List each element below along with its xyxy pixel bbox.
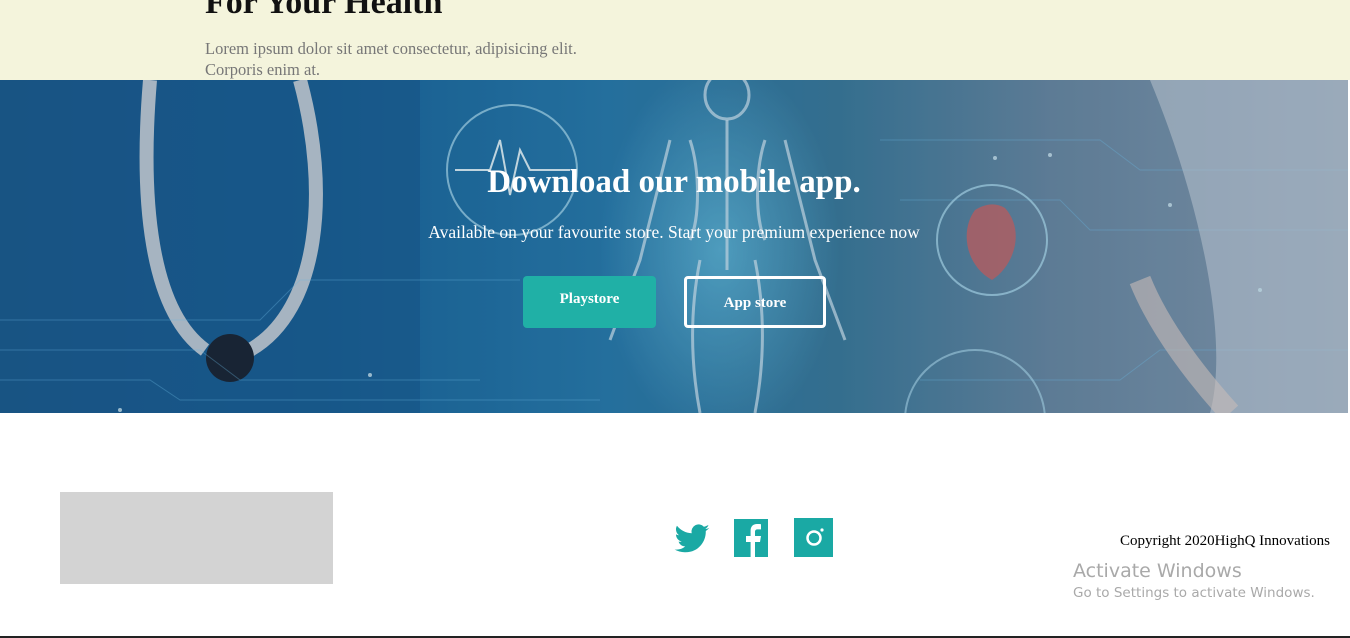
header-band: For Your Health Lorem ipsum dolor sit am… xyxy=(0,0,1350,80)
facebook-icon[interactable] xyxy=(734,518,770,563)
hero-heading: For Your Health xyxy=(205,0,443,21)
playstore-button[interactable]: Playstore xyxy=(523,276,656,328)
app-store-button[interactable]: App store xyxy=(684,276,826,328)
activate-windows-subtitle: Go to Settings to activate Windows. xyxy=(1073,585,1315,601)
twitter-icon[interactable] xyxy=(673,518,711,563)
download-app-banner: Download our mobile app. Available on yo… xyxy=(0,80,1348,413)
instagram-icon[interactable] xyxy=(794,518,834,563)
hero-description: Lorem ipsum dolor sit amet consectetur, … xyxy=(205,39,577,79)
copyright-text: Copyright 2020HighQ Innovations xyxy=(1120,533,1330,549)
download-app-subtitle: Available on your favourite store. Start… xyxy=(428,222,920,242)
activate-windows-title: Activate Windows xyxy=(1073,560,1242,582)
download-app-title: Download our mobile app. xyxy=(487,164,861,200)
banner-overlay xyxy=(0,80,1348,413)
footer-logo-placeholder xyxy=(60,492,333,584)
